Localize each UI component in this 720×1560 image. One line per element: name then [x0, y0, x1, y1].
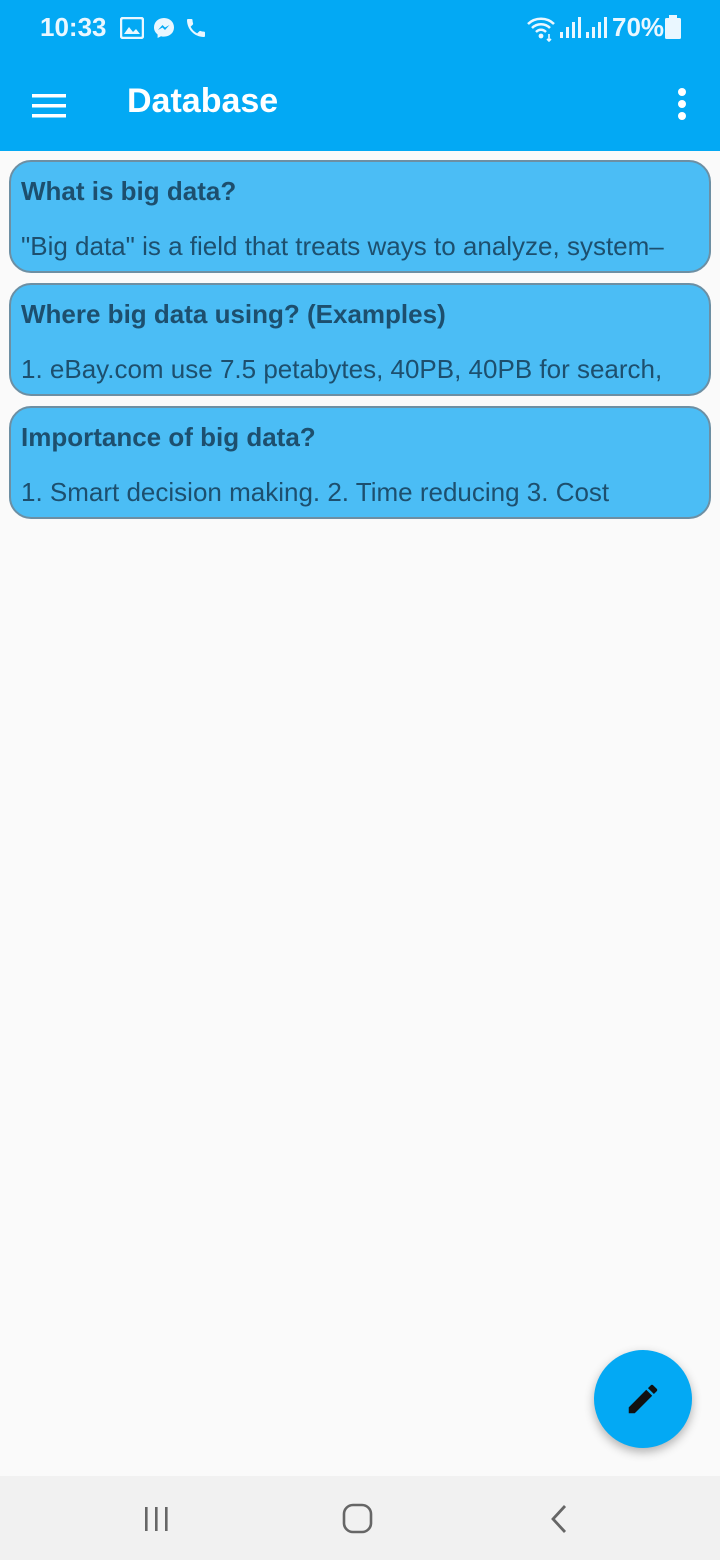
back-icon[interactable] — [540, 1502, 580, 1536]
signal-icon — [586, 17, 607, 38]
battery-percent: 70% — [612, 12, 665, 42]
card-title: Importance of big data? — [21, 422, 316, 452]
home-icon[interactable] — [338, 1502, 378, 1536]
edit-icon — [628, 1384, 658, 1414]
more-vert-icon[interactable] — [664, 84, 700, 128]
list-item[interactable]: What is big data? "Big data" is a field … — [9, 160, 711, 273]
status-bar: 10:33 70% — [0, 0, 720, 56]
gallery-icon — [120, 17, 144, 39]
card-body: "Big data" is a field that treats ways t… — [21, 231, 664, 261]
recents-icon[interactable] — [137, 1502, 177, 1536]
card-title: Where big data using? (Examples) — [21, 299, 446, 329]
app-bar: Database — [0, 56, 720, 151]
card-list: What is big data? "Big data" is a field … — [9, 160, 711, 529]
card-body: 1. eBay.com use 7.5 petabytes, 40PB, 40P… — [21, 354, 663, 384]
messenger-icon — [154, 18, 174, 38]
card-body: 1. Smart decision making. 2. Time reduci… — [21, 477, 610, 507]
list-item[interactable]: Where big data using? (Examples) 1. eBay… — [9, 283, 711, 396]
system-nav-bar — [0, 1476, 720, 1560]
battery-icon — [665, 15, 681, 39]
list-item[interactable]: Importance of big data? 1. Smart decisio… — [9, 406, 711, 519]
edit-fab-button[interactable] — [594, 1350, 692, 1448]
menu-icon[interactable] — [28, 86, 68, 126]
signal-icon — [560, 17, 581, 38]
status-time: 10:33 — [40, 12, 107, 42]
phone-icon — [187, 19, 205, 37]
wifi-icon — [527, 17, 555, 42]
card-title: What is big data? — [21, 176, 237, 206]
page-title: Database — [127, 82, 279, 120]
